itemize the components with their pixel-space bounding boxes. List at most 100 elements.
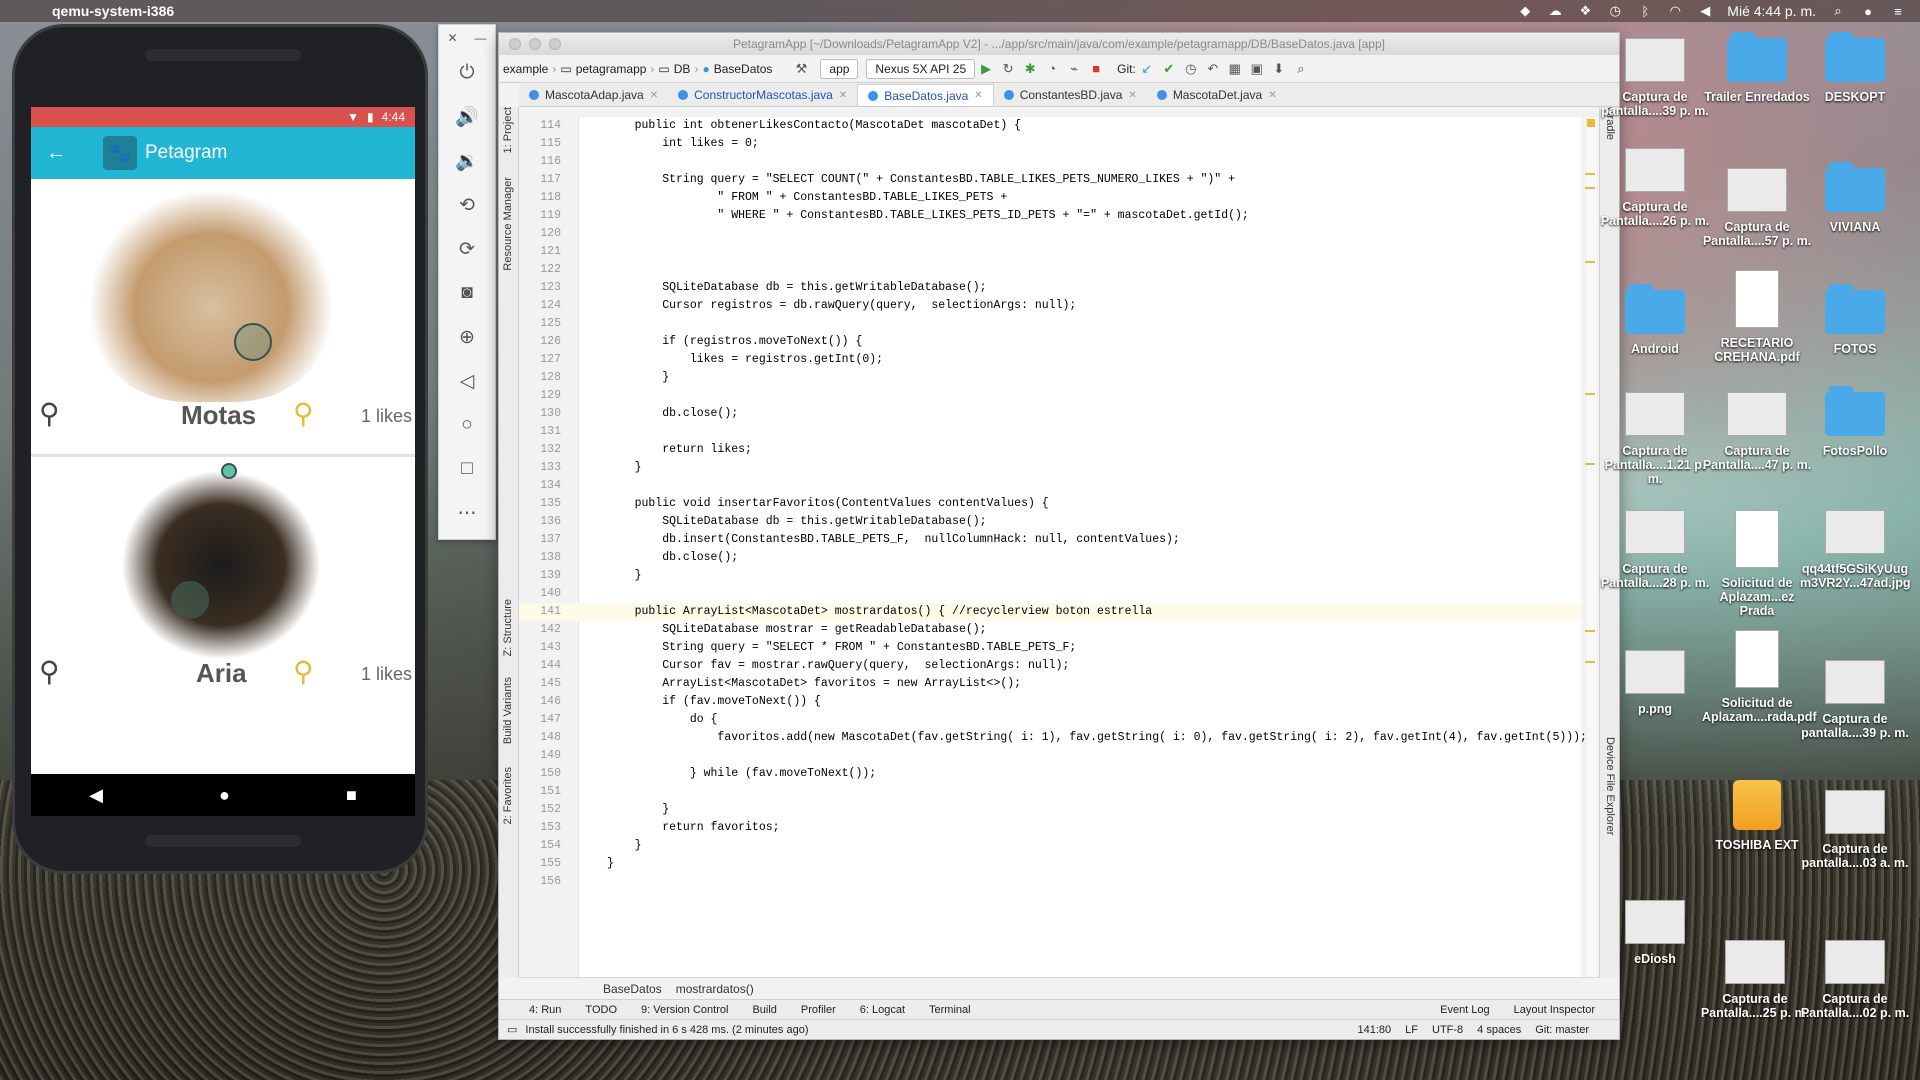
volume-icon[interactable]: ◀ [1697, 3, 1713, 18]
attach-debugger-icon[interactable]: ⌁ [1063, 61, 1085, 77]
code-line[interactable]: 149 [519, 747, 1581, 765]
desktop-icon[interactable]: eDiosh [1600, 900, 1710, 966]
desktop-icon[interactable]: Captura de pantalla....39 p. m. [1800, 660, 1910, 740]
apply-changes-icon[interactable]: ↻ [997, 61, 1019, 77]
git-branch[interactable]: Git: master [1535, 1024, 1589, 1036]
code-line[interactable]: 152 } [519, 801, 1581, 819]
tool-tab-build-variants[interactable]: Build Variants [502, 677, 514, 744]
nav-back-icon[interactable]: ◀ [89, 785, 103, 806]
warning-marker[interactable] [1585, 261, 1595, 263]
code-line[interactable]: 155} [519, 855, 1581, 873]
breadcrumb-item[interactable]: BaseDatos [714, 62, 773, 76]
camera-icon[interactable]: ◙ [439, 271, 495, 315]
code-line[interactable]: 150 } while (fav.moveToNext()); [519, 765, 1581, 783]
git-commit-icon[interactable]: ✔ [1158, 61, 1180, 77]
code-line[interactable]: 128 } [519, 369, 1581, 387]
code-line[interactable]: 135 public void insertarFavoritos(Conten… [519, 495, 1581, 513]
project-structure-icon[interactable]: ▦ [1224, 61, 1246, 77]
like-bone-icon[interactable]: ⚲ [39, 655, 60, 688]
desktop-icon[interactable]: Android [1600, 284, 1710, 356]
desktop-icon[interactable]: Captura de Pantalla....26 p. m. [1600, 148, 1710, 228]
code-line[interactable]: 147 do { [519, 711, 1581, 729]
desktop-icon[interactable]: Captura de pantalla....03 a. m. [1800, 790, 1910, 870]
more-icon[interactable]: ⋯ [439, 491, 495, 535]
code-line[interactable]: 121 [519, 243, 1581, 261]
code-line[interactable]: 133 } [519, 459, 1581, 477]
caret-position[interactable]: 141:80 [1358, 1024, 1392, 1036]
code-line[interactable]: 122 [519, 261, 1581, 279]
code-line[interactable]: 138 db.close(); [519, 549, 1581, 567]
siri-icon[interactable]: ● [1860, 4, 1876, 19]
code-line[interactable]: 137 db.insert(ConstantesBD.TABLE_PETS_F,… [519, 531, 1581, 549]
sdk-manager-icon[interactable]: ⬇ [1268, 61, 1290, 77]
indent-setting[interactable]: 4 spaces [1477, 1024, 1521, 1036]
stop-icon[interactable]: ■ [1085, 61, 1107, 76]
desktop-icon[interactable]: Trailer Enredados [1702, 32, 1812, 104]
tool-tab-terminal[interactable]: Terminal [929, 1004, 971, 1016]
pet-card[interactable]: ⚲ Aria ⚲ 1 likes [31, 460, 415, 710]
phone-screen[interactable]: ▼ ▮ 4:44 ← 🐾 Petagram ⚲ Motas ⚲ 1 likes … [31, 107, 415, 816]
desktop-icon[interactable]: Captura de Pantalla....47 p. m. [1702, 392, 1812, 472]
volume-up-icon[interactable]: 🔊 [439, 95, 495, 139]
status-toggle-icon[interactable]: ▭ [507, 1023, 517, 1036]
tool-tab-build[interactable]: Build [752, 1004, 776, 1016]
code-line[interactable]: 131 [519, 423, 1581, 441]
desktop-icon[interactable]: p.png [1600, 650, 1710, 716]
code-line[interactable]: 151 [519, 783, 1581, 801]
volume-down-icon[interactable]: 🔉 [439, 139, 495, 183]
code-line[interactable]: 140 [519, 585, 1581, 603]
close-tab-icon[interactable]: ✕ [974, 90, 982, 101]
breadcrumb-item[interactable]: petagramapp [576, 62, 647, 76]
run-config-select[interactable]: app [820, 58, 859, 79]
warning-marker[interactable] [1585, 463, 1595, 465]
code-line[interactable]: 127 likes = registros.getInt(0); [519, 351, 1581, 369]
tool-tab-run[interactable]: 4: Run [529, 1004, 561, 1016]
line-separator[interactable]: LF [1405, 1024, 1418, 1036]
close-tab-icon[interactable]: ✕ [839, 90, 847, 101]
pet-card[interactable]: ⚲ Motas ⚲ 1 likes [31, 192, 415, 457]
desktop-icon[interactable]: Captura de Pantalla....57 p. m. [1702, 168, 1812, 248]
code-line[interactable]: 146 if (fav.moveToNext()) { [519, 693, 1581, 711]
warning-marker[interactable] [1585, 661, 1595, 663]
tool-tab-version-control[interactable]: 9: Version Control [641, 1004, 728, 1016]
desktop-icon[interactable]: Captura de Pantalla....02 p. m. [1800, 940, 1910, 1020]
code-breadcrumb-item[interactable]: BaseDatos [603, 982, 662, 996]
nav-recents-icon[interactable]: ■ [346, 785, 357, 806]
tool-tab-logcat[interactable]: 6: Logcat [860, 1004, 905, 1016]
tool-tab-device-file-explorer[interactable]: Device File Explorer [1604, 737, 1616, 835]
editor-tab[interactable]: MascotaDet.java ✕ [1147, 84, 1287, 106]
debug-icon[interactable]: ✱ [1019, 61, 1041, 77]
close-tab-icon[interactable]: ✕ [1268, 90, 1276, 101]
inspection-status-icon[interactable] [1587, 119, 1595, 127]
warning-marker[interactable] [1585, 173, 1595, 175]
tool-tab-todo[interactable]: TODO [585, 1004, 617, 1016]
code-line[interactable]: 134 [519, 477, 1581, 495]
home-icon[interactable]: ○ [439, 403, 495, 447]
tool-tab-project[interactable]: 1: Project [502, 107, 514, 153]
close-icon[interactable]: ✕ [447, 31, 457, 45]
desktop-icon[interactable]: Captura de Pantalla....28 p. m. [1600, 510, 1710, 590]
code-line[interactable]: 156 [519, 873, 1581, 891]
code-line[interactable]: 145 ArrayList<MascotaDet> favoritos = ne… [519, 675, 1581, 693]
wifi-icon[interactable]: ◠ [1667, 3, 1683, 18]
minimize-icon[interactable]: — [475, 31, 487, 45]
warning-marker[interactable] [1585, 393, 1595, 395]
device-select[interactable]: Nexus 5X API 25 [866, 58, 976, 79]
code-line[interactable]: 126 if (registros.moveToNext()) { [519, 333, 1581, 351]
code-line[interactable]: 125 [519, 315, 1581, 333]
code-line[interactable]: 114 public int obtenerLikesContacto(Masc… [519, 117, 1581, 135]
code-line[interactable]: 124 Cursor registros = db.rawQuery(query… [519, 297, 1581, 315]
rotate-left-icon[interactable]: ⟲ [439, 183, 495, 227]
bluetooth-icon[interactable]: ᛒ [1637, 4, 1653, 19]
avd-manager-icon[interactable]: ▣ [1246, 61, 1268, 77]
code-line[interactable]: 119 " WHERE " + ConstantesBD.TABLE_LIKES… [519, 207, 1581, 225]
editor-tab[interactable]: ConstructorMascotas.java ✕ [668, 84, 857, 106]
code-line[interactable]: 139 } [519, 567, 1581, 585]
fox-icon[interactable]: ◆ [1517, 3, 1533, 18]
code-line[interactable]: 141 public ArrayList<MascotaDet> mostrar… [519, 603, 1581, 621]
code-line[interactable]: 120 [519, 225, 1581, 243]
code-line[interactable]: 144 Cursor fav = mostrar.rawQuery(query,… [519, 657, 1581, 675]
cloud-icon[interactable]: ☁ [1547, 3, 1563, 18]
tool-tab-favorites[interactable]: 2: Favorites [502, 767, 514, 824]
warning-marker[interactable] [1585, 630, 1595, 632]
